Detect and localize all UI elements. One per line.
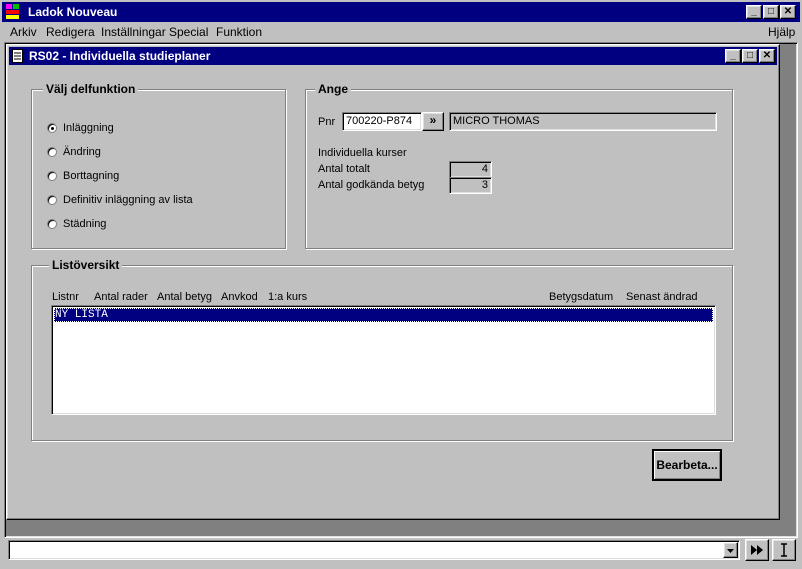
menu-bar: Arkiv Redigera Inställningar Special Fun… xyxy=(2,22,800,41)
menu-label: Funktion xyxy=(216,25,263,39)
app-title-bar: Ladok Nouveau _ □ ✕ xyxy=(2,2,800,22)
child-window-title: RS02 - Individuella studieplaner xyxy=(29,49,211,63)
process-button-label: Bearbeta... xyxy=(656,458,718,472)
menu-item-arkiv[interactable]: Arkiv xyxy=(10,25,46,39)
text-cursor-button[interactable] xyxy=(772,539,796,561)
process-button[interactable]: Bearbeta... xyxy=(652,449,722,481)
subfunction-group-label: Välj delfunktion xyxy=(43,82,139,96)
radio-stadning[interactable]: Städning xyxy=(47,218,247,232)
column-header-antal-rader: Antal rader xyxy=(94,291,148,303)
pnr-label: Pnr xyxy=(318,116,336,128)
radio-borttagning[interactable]: Borttagning xyxy=(47,170,247,184)
list-item-text: NY LISTA xyxy=(55,309,108,321)
radio-label: Inläggning xyxy=(63,122,114,134)
name-field: MICRO THOMAS xyxy=(449,112,717,131)
radio-label: Borttagning xyxy=(63,170,120,182)
text-cursor-icon xyxy=(781,543,787,557)
radio-label: Städning xyxy=(63,218,107,230)
minimize-button[interactable]: _ xyxy=(746,5,762,19)
menu-label: Inställningar xyxy=(101,25,166,39)
radio-button[interactable] xyxy=(47,219,57,229)
column-header-antal-betyg: Antal betyg xyxy=(157,291,213,303)
menu-label: Special xyxy=(169,25,209,39)
individual-courses-heading: Individuella kurser xyxy=(318,147,407,159)
radio-label: Ändring xyxy=(63,146,101,158)
lookup-button[interactable]: » xyxy=(422,112,444,131)
pnr-input[interactable]: 700220-P874 xyxy=(342,112,422,131)
menu-label: Redigera xyxy=(46,25,95,39)
ange-group-label: Ange xyxy=(315,82,351,96)
column-header-anvkod: Anvkod xyxy=(221,291,258,303)
radio-inlaggning[interactable]: Inläggning xyxy=(47,122,247,136)
approved-label: Antal godkända betyg xyxy=(318,179,425,191)
child-minimize-button[interactable]: _ xyxy=(725,49,741,63)
radio-label: Definitiv inläggning av lista xyxy=(63,194,193,206)
list-box[interactable]: NY LISTA xyxy=(51,305,716,415)
fast-forward-icon xyxy=(751,545,763,555)
app-logo-icon[interactable] xyxy=(6,4,20,20)
radio-button[interactable] xyxy=(47,171,57,181)
fast-forward-button[interactable] xyxy=(745,539,769,561)
maximize-button[interactable]: □ xyxy=(763,5,779,19)
chevron-down-icon xyxy=(727,549,734,553)
menu-label: Arkiv xyxy=(10,25,37,39)
column-header-senast-andrad: Senast ändrad xyxy=(626,291,698,303)
total-value: 4 xyxy=(449,161,492,178)
child-window: RS02 - Individuella studieplaner _ □ ✕ V… xyxy=(6,44,780,520)
document-icon[interactable] xyxy=(12,49,24,63)
list-item[interactable]: NY LISTA xyxy=(54,308,713,322)
approved-value: 3 xyxy=(449,177,492,194)
radio-button[interactable] xyxy=(47,147,57,157)
app-title: Ladok Nouveau xyxy=(28,5,118,19)
child-title-bar: RS02 - Individuella studieplaner _ □ ✕ xyxy=(9,47,777,65)
command-combo[interactable] xyxy=(8,540,740,560)
menu-item-installningar[interactable]: Inställningar xyxy=(101,25,175,39)
list-overview-group-label: Listöversikt xyxy=(49,258,123,272)
menu-item-redigera[interactable]: Redigera xyxy=(46,25,104,39)
child-close-button[interactable]: ✕ xyxy=(759,49,775,63)
radio-button-checked[interactable] xyxy=(47,123,57,133)
child-maximize-button[interactable]: □ xyxy=(742,49,758,63)
radio-andring[interactable]: Ändring xyxy=(47,146,247,160)
column-header-listnr: Listnr xyxy=(52,291,79,303)
combo-dropdown-button[interactable] xyxy=(723,542,738,558)
total-label: Antal totalt xyxy=(318,163,370,175)
lookup-button-label: » xyxy=(429,113,437,127)
menu-item-hjalp[interactable]: Hjälp xyxy=(768,25,795,39)
close-button[interactable]: ✕ xyxy=(780,5,796,19)
column-header-forsta-kurs: 1:a kurs xyxy=(268,291,308,303)
menu-item-funktion[interactable]: Funktion xyxy=(216,25,271,39)
menu-item-special[interactable]: Special xyxy=(169,25,217,39)
radio-definitiv-inlaggning[interactable]: Definitiv inläggning av lista xyxy=(47,194,267,208)
radio-button[interactable] xyxy=(47,195,57,205)
column-header-betygsdatum: Betygsdatum xyxy=(549,291,614,303)
